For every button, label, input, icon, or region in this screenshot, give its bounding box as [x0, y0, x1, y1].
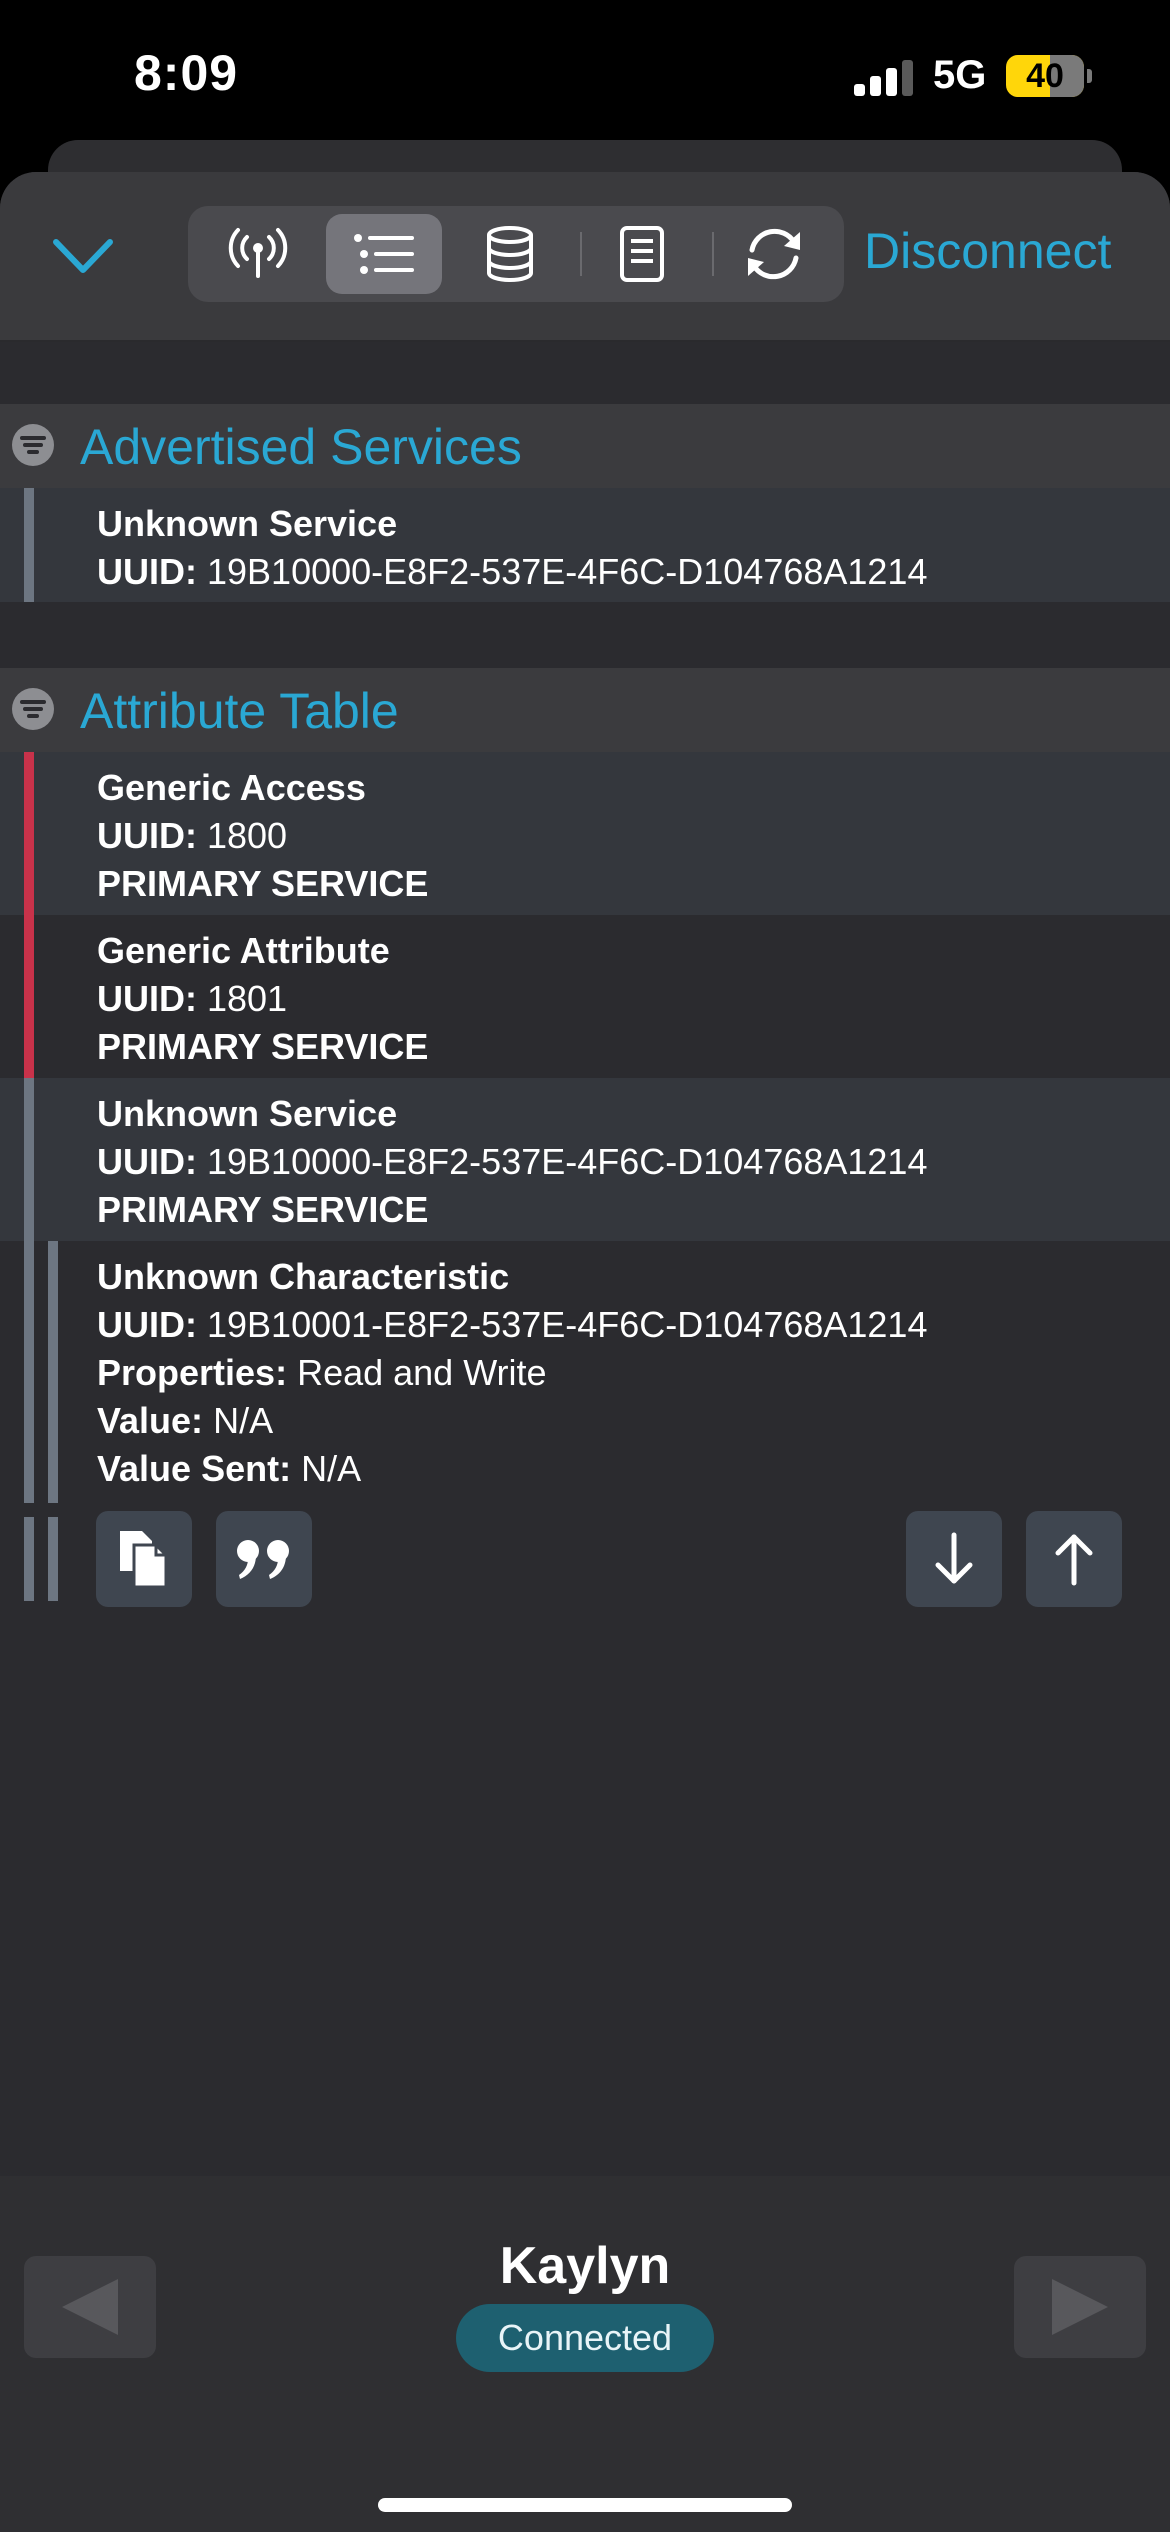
copy-icon: [120, 1531, 168, 1589]
connection-status-badge: Connected: [456, 2304, 714, 2372]
value-sent-value: N/A: [291, 1448, 362, 1489]
database-icon: [487, 226, 533, 282]
uuid-label: UUID:: [97, 1304, 197, 1345]
uuid-label: UUID:: [97, 815, 197, 856]
service-indicator: [24, 1078, 34, 1241]
service-type: PRIMARY SERVICE: [97, 863, 429, 904]
tab-advertising[interactable]: [200, 214, 316, 294]
tab-services[interactable]: [326, 214, 442, 294]
uuid-label: UUID:: [97, 978, 197, 1019]
tab-storage[interactable]: [452, 214, 568, 294]
characteristic-row[interactable]: Unknown Characteristic UUID: 19B10001-E8…: [0, 1241, 1170, 1503]
status-bar: 8:09 5G 40: [0, 0, 1170, 160]
service-type: PRIMARY SERVICE: [97, 1026, 429, 1067]
uuid-value: 19B10000-E8F2-537E-4F6C-D104768A1214: [196, 1141, 928, 1182]
chevron-down-icon[interactable]: [50, 234, 116, 280]
characteristic-name: Unknown Characteristic: [97, 1256, 510, 1297]
section-title: Advertised Services: [80, 419, 522, 475]
service-indicator: [24, 488, 34, 602]
characteristic-indicator: [48, 1517, 58, 1601]
refresh-icon: [748, 228, 800, 280]
uuid-value: 19B10000-E8F2-537E-4F6C-D104768A1214: [196, 551, 928, 592]
toolbar: Disconnect: [0, 172, 1170, 342]
disconnect-button[interactable]: Disconnect: [864, 222, 1111, 280]
device-name: Kaylyn: [499, 2237, 671, 2295]
list-icon: [354, 234, 414, 274]
battery-level: 40: [1026, 57, 1064, 95]
uuid-value: 1801: [196, 978, 288, 1019]
uuid-value: 19B10001-E8F2-537E-4F6C-D104768A1214: [196, 1304, 928, 1345]
service-row-unknown[interactable]: Unknown Service UUID: 19B10000-E8F2-537E…: [0, 1078, 1170, 1241]
service-indicator: [24, 1517, 34, 1601]
value-sent-label: Value Sent:: [97, 1448, 292, 1489]
list-item[interactable]: Unknown Service UUID: 19B10000-E8F2-537E…: [0, 488, 1170, 602]
characteristic-actions: [0, 1503, 1170, 1615]
advertised-services-header[interactable]: Advertised Services: [0, 404, 1170, 488]
attribute-table-header[interactable]: Attribute Table: [0, 668, 1170, 752]
characteristic-indicator: [48, 1241, 58, 1503]
next-device-button[interactable]: [1014, 2256, 1146, 2358]
arrow-down-icon: [935, 1532, 973, 1584]
document-icon: [620, 226, 664, 282]
service-name: Unknown Service: [97, 503, 398, 544]
arrow-up-icon: [1055, 1534, 1093, 1586]
copy-button[interactable]: [96, 1511, 192, 1607]
value-value: N/A: [203, 1400, 274, 1441]
antenna-icon: [228, 228, 288, 278]
view-switcher: [188, 206, 844, 302]
service-name: Generic Access: [97, 767, 366, 808]
service-row-generic-attribute[interactable]: Generic Attribute UUID: 1801 PRIMARY SER…: [0, 915, 1170, 1078]
status-time: 8:09: [134, 45, 239, 101]
tab-log[interactable]: [584, 214, 700, 294]
write-button[interactable]: [1026, 1511, 1122, 1607]
uuid-label: UUID:: [97, 1141, 197, 1182]
service-indicator: [24, 752, 34, 915]
service-name: Unknown Service: [97, 1093, 398, 1134]
device-footer: Kaylyn Connected: [0, 2176, 1170, 2532]
triangle-right-icon: [1052, 2279, 1108, 2335]
filter-icon: [12, 424, 54, 466]
value-label: Value:: [97, 1400, 204, 1441]
quote-button[interactable]: [216, 1511, 312, 1607]
service-row-generic-access[interactable]: Generic Access UUID: 1800 PRIMARY SERVIC…: [0, 752, 1170, 915]
read-button[interactable]: [906, 1511, 1002, 1607]
spacer: [0, 342, 1170, 404]
service-indicator: [24, 915, 34, 1078]
filter-icon: [12, 688, 54, 730]
network-type: 5G: [933, 53, 987, 97]
spacer: [0, 602, 1170, 668]
properties-value: Read and Write: [287, 1352, 547, 1393]
section-title: Attribute Table: [80, 683, 399, 739]
battery-icon: 40: [1006, 55, 1084, 97]
service-name: Generic Attribute: [97, 930, 390, 971]
uuid-value: 1800: [196, 815, 288, 856]
battery-tip: [1087, 69, 1092, 83]
signal-icon: [854, 60, 914, 96]
home-indicator[interactable]: [378, 2498, 792, 2512]
uuid-label: UUID:: [97, 551, 197, 592]
service-indicator: [24, 1241, 34, 1503]
properties-label: Properties:: [97, 1352, 288, 1393]
service-type: PRIMARY SERVICE: [97, 1189, 429, 1230]
tab-refresh[interactable]: [716, 214, 832, 294]
quote-icon: [237, 1540, 289, 1579]
